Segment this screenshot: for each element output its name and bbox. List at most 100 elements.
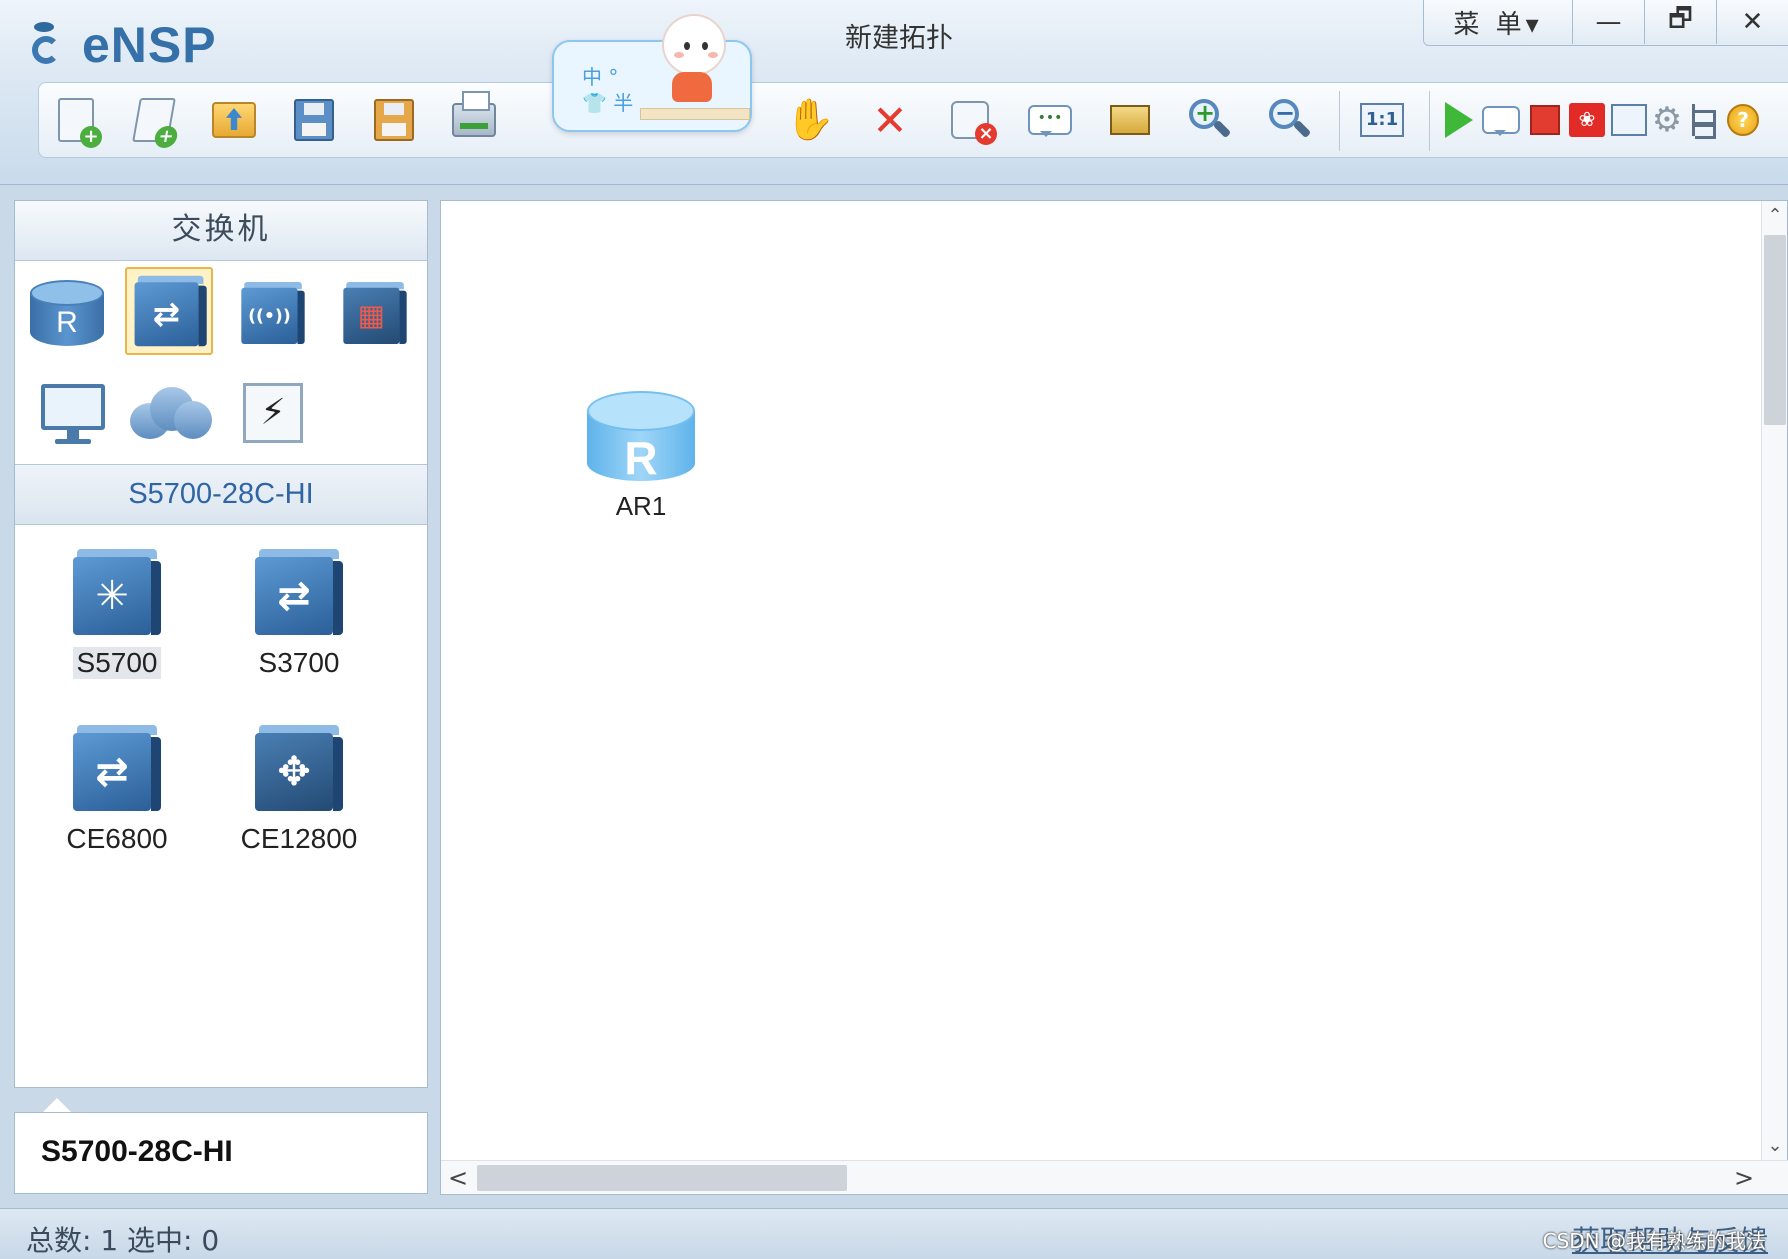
core-switch-icon: ✳: [73, 549, 161, 635]
message-button[interactable]: [1479, 93, 1523, 147]
huawei-button[interactable]: ❀: [1565, 93, 1609, 147]
cartoon-sticker-overlay: 中 ° 👕 半: [552, 14, 752, 132]
watermark: CSDN @我有熟练的我法: [1542, 1229, 1766, 1253]
status-counts: 总数: 1 选中: 0: [26, 1224, 220, 1257]
close-button[interactable]: ✕: [1716, 0, 1788, 44]
category-firewall[interactable]: ▦: [331, 269, 419, 357]
switch-icon: ✥: [255, 725, 343, 811]
ensp-logo-icon: [28, 18, 74, 72]
tree-icon: [1692, 104, 1722, 139]
save-icon: [294, 99, 334, 141]
device-s5700[interactable]: ✳ S5700: [37, 549, 197, 679]
device-label: S3700: [258, 647, 340, 678]
device-s3700[interactable]: ⇄ S3700: [219, 549, 379, 679]
device-label: CE6800: [66, 823, 168, 854]
help-icon: ?: [1727, 104, 1759, 136]
capture-icon: [1611, 104, 1647, 136]
play-icon: [1445, 102, 1473, 138]
canvas-node-ar1[interactable]: R AR1: [571, 387, 711, 522]
stop-icon: [1530, 105, 1560, 135]
wireless-icon: ((•)): [241, 282, 305, 344]
monitor-icon: [41, 384, 105, 446]
rectangle-icon: [1110, 105, 1150, 135]
category-other[interactable]: [127, 369, 215, 457]
toolbar-separator: [1429, 91, 1430, 151]
open-folder-icon: [212, 102, 256, 138]
category-connection[interactable]: ⚡: [229, 369, 317, 457]
hand-icon: ✋: [785, 97, 835, 143]
device-list: ✳ S5700 ⇄ S3700 ⇄ CE6800 ✥ CE12800: [15, 525, 427, 1085]
firewall-icon: ▦: [343, 282, 407, 344]
zoom-out-button[interactable]: −: [1263, 93, 1317, 147]
start-device-button[interactable]: [1437, 93, 1481, 147]
delete-link-button[interactable]: ×: [943, 93, 997, 147]
cartoon-desk-icon: [640, 108, 750, 120]
actual-size-icon: 1:1: [1360, 103, 1404, 137]
scroll-left-icon[interactable]: <: [443, 1161, 473, 1195]
scroll-right-icon[interactable]: >: [1729, 1161, 1759, 1195]
router-icon: R: [587, 387, 695, 484]
speech-bubble-icon: •••: [1028, 105, 1072, 137]
zoom-in-icon: +: [1189, 99, 1232, 141]
device-panel: 交换机 R ⇄ ((•)) ▦ ⚡ S5700-28C-HI ✳ S5700 ⇄…: [14, 200, 428, 1088]
help-button[interactable]: ?: [1723, 93, 1763, 147]
zoom-in-button[interactable]: +: [1183, 93, 1237, 147]
router-icon: R: [30, 276, 104, 350]
open-button[interactable]: [207, 93, 261, 147]
scroll-up-icon[interactable]: ⌃: [1762, 201, 1788, 231]
new-example-icon: +: [132, 98, 179, 148]
app-logo-text: eNSP: [82, 17, 217, 73]
minimize-button[interactable]: —: [1572, 0, 1644, 44]
vertical-scroll-thumb[interactable]: [1764, 235, 1786, 425]
device-description-title: S5700-28C-HI: [41, 1135, 233, 1168]
category-terminal[interactable]: [29, 371, 117, 459]
vertical-scrollbar[interactable]: ⌃ ⌄: [1761, 201, 1787, 1161]
device-model-subheader: S5700-28C-HI: [15, 465, 427, 525]
device-label: S5700: [72, 647, 162, 679]
restore-button[interactable]: 🗗: [1644, 0, 1716, 44]
gear-icon: ⚙: [1651, 100, 1683, 140]
toolbar: + + ✋ ✕ × ••• + − 1:1 ❀ ⚙ ?: [38, 82, 1788, 158]
new-document-icon: +: [58, 98, 102, 148]
delete-icon: ✕: [872, 95, 908, 145]
horizontal-scroll-thumb[interactable]: [477, 1165, 847, 1191]
message-icon: [1482, 106, 1520, 136]
category-router[interactable]: R: [23, 269, 111, 357]
device-ce12800[interactable]: ✥ CE12800: [219, 725, 379, 855]
window-controls: 菜 单▾ — 🗗 ✕: [1423, 0, 1788, 46]
window-title: 新建拓扑: [845, 23, 953, 54]
pan-button[interactable]: ✋: [783, 93, 837, 147]
settings-button[interactable]: ⚙: [1645, 93, 1689, 147]
save-as-icon: [374, 99, 414, 141]
device-category-grid: R ⇄ ((•)) ▦ ⚡: [15, 261, 427, 465]
toolbar-separator: [1339, 91, 1340, 151]
stop-device-button[interactable]: [1523, 93, 1567, 147]
new-example-button[interactable]: +: [127, 93, 181, 148]
topology-tree-button[interactable]: [1687, 93, 1727, 147]
switch-icon: ⇄: [134, 275, 207, 347]
restore-scale-button[interactable]: 1:1: [1355, 93, 1409, 147]
text-note-button[interactable]: •••: [1023, 93, 1077, 147]
status-bar: 总数: 1 选中: 0 获取帮助与反馈 CSDN @我有熟练的我法: [0, 1208, 1788, 1259]
print-button[interactable]: [447, 91, 501, 147]
scroll-down-icon[interactable]: ⌄: [1762, 1131, 1788, 1161]
title-bar: eNSP 新建拓扑 菜 单▾ — 🗗 ✕ + + ✋ ✕ × ••• + − 1…: [0, 0, 1788, 185]
draw-rectangle-button[interactable]: [1103, 93, 1157, 147]
node-label: AR1: [615, 491, 667, 521]
save-as-button[interactable]: [367, 93, 421, 147]
app-logo: eNSP: [28, 10, 217, 80]
save-button[interactable]: [287, 93, 341, 147]
delete-button[interactable]: ✕: [863, 93, 917, 147]
device-label: CE12800: [240, 823, 358, 854]
category-wireless[interactable]: ((•)): [229, 269, 317, 357]
new-topology-button[interactable]: +: [49, 93, 103, 148]
device-ce6800[interactable]: ⇄ CE6800: [37, 725, 197, 855]
switch-icon: ⇄: [73, 725, 161, 811]
huawei-icon: ❀: [1569, 103, 1605, 137]
menu-button[interactable]: 菜 单▾: [1424, 0, 1572, 44]
sticker-text: 中 ° 👕 半: [582, 65, 634, 115]
topology-canvas[interactable]: R AR1 ⌃ ⌄ < >: [440, 200, 1788, 1195]
horizontal-scrollbar[interactable]: < >: [441, 1160, 1788, 1194]
delete-link-icon: ×: [951, 101, 997, 145]
category-switch[interactable]: ⇄: [125, 267, 213, 355]
